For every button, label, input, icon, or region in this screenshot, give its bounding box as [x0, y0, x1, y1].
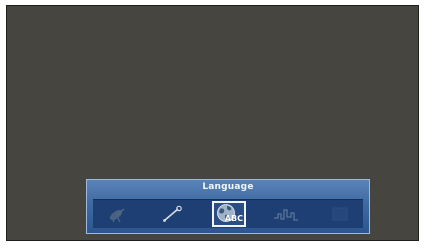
blank-icon	[332, 207, 348, 221]
menu-item-language[interactable]: ABC	[212, 201, 246, 227]
menu-title: Language	[202, 182, 254, 192]
menu-item-installation[interactable]	[101, 201, 135, 227]
wrench-icon	[163, 205, 182, 222]
menu-item-signal[interactable]	[269, 201, 303, 227]
settings-menu-bar: Language ABC	[86, 179, 370, 234]
menu-item-other[interactable]	[323, 201, 357, 227]
language-abc-label: ABC	[224, 214, 243, 223]
menu-icon-strip: ABC	[93, 199, 363, 228]
signal-icon	[274, 209, 298, 221]
menu-item-tools[interactable]	[155, 201, 189, 227]
satellite-icon	[109, 208, 125, 223]
tv-screen: Language ABC	[6, 5, 419, 241]
